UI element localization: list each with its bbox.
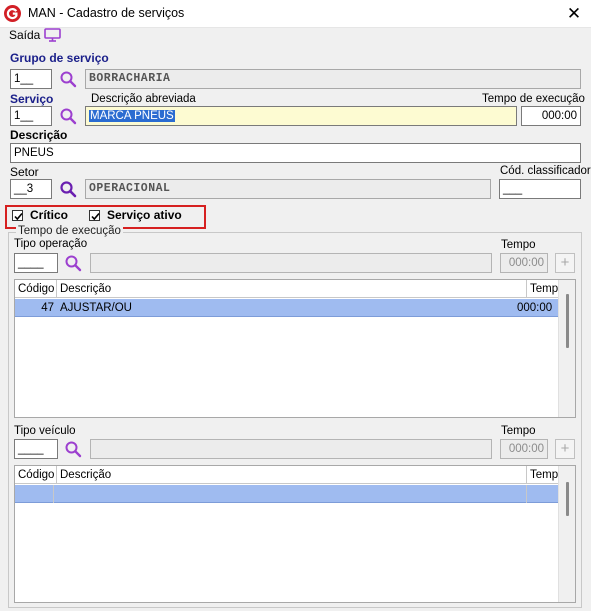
cell-codigo: 47 (41, 302, 54, 314)
tipo-veiculo-label: Tipo veículo (14, 425, 76, 437)
column-header-descricao[interactable]: Descrição (57, 280, 527, 298)
window-title: MAN - Cadastro de serviços (28, 6, 185, 20)
desc-abrev-input[interactable]: MARCA PNEUS (85, 106, 517, 126)
grupo-label: Grupo de serviço (10, 51, 109, 65)
checkmark-icon (91, 212, 100, 221)
table-header: Código Descrição Tempo (15, 280, 565, 298)
descricao-label: Descrição (10, 128, 68, 142)
grupo-description-field: BORRACHARIA (85, 69, 581, 89)
operacoes-table[interactable]: Código Descrição Tempo 47 AJUSTAR/OU 000… (14, 279, 576, 418)
column-header-descricao[interactable]: Descrição (57, 466, 527, 484)
app-logo-icon (4, 5, 21, 22)
table-header: Código Descrição Tempo (15, 466, 565, 484)
tempo-execucao-input[interactable]: 000:00 (521, 106, 581, 126)
critico-label[interactable]: Crítico (30, 208, 68, 222)
add-veiculo-button[interactable]: + (555, 439, 575, 459)
servico-ativo-checkbox[interactable] (89, 210, 100, 221)
desc-abrev-label: Descrição abreviada (91, 93, 196, 105)
search-icon[interactable] (59, 107, 77, 125)
grupo-code-input[interactable]: 1__ (10, 69, 52, 89)
table-row[interactable] (15, 485, 558, 503)
servico-label: Serviço (10, 92, 54, 106)
scrollbar-thumb[interactable] (566, 294, 569, 348)
tipo-veiculo-tempo-input[interactable]: 000:00 (500, 439, 548, 459)
checkmark-icon (14, 212, 23, 221)
cell-tempo (527, 485, 558, 503)
search-icon[interactable] (64, 254, 82, 272)
search-icon[interactable] (59, 70, 77, 88)
add-operacao-button[interactable]: + (555, 253, 575, 273)
column-header-tempo[interactable]: Tempo (527, 466, 565, 484)
tempo-execucao-group-label: Tempo de execução (16, 225, 123, 237)
tipo-operacao-label: Tipo operação (14, 238, 88, 250)
column-header-tempo[interactable]: Tempo (527, 280, 565, 298)
column-header-codigo[interactable]: Código (15, 280, 57, 298)
tempo-execucao-label: Tempo de execução (482, 93, 585, 105)
tipo-veiculo-code-input[interactable]: ____ (14, 439, 58, 459)
veiculos-scrollbar[interactable] (558, 466, 575, 602)
menu-saida[interactable]: Saída (9, 28, 40, 42)
tipo-operacao-code-input[interactable]: ____ (14, 253, 58, 273)
scrollbar-thumb[interactable] (566, 482, 569, 516)
descricao-input[interactable]: PNEUS (10, 143, 581, 163)
veiculos-table[interactable]: Código Descrição Tempo (14, 465, 576, 603)
close-button[interactable]: ✕ (560, 2, 588, 26)
tipo-operacao-tempo-label: Tempo (501, 239, 536, 251)
tipo-operacao-description-field (90, 253, 492, 273)
table-row[interactable]: 47 AJUSTAR/OU 000:00 (15, 299, 558, 317)
monitor-icon[interactable] (44, 28, 61, 42)
search-icon[interactable] (64, 440, 82, 458)
cod-classificador-label: Cód. classificador (500, 165, 591, 177)
critico-checkbox[interactable] (12, 210, 23, 221)
cell-tempo: 000:00 (517, 302, 553, 314)
servico-code-input[interactable]: 1__ (10, 106, 52, 126)
cell-descricao: AJUSTAR/OU (60, 302, 132, 314)
tipo-operacao-tempo-input[interactable]: 000:00 (500, 253, 548, 273)
setor-code-input[interactable]: __3 (10, 179, 52, 199)
desc-abrev-selected-text: MARCA PNEUS (89, 110, 175, 122)
cell-codigo (15, 485, 54, 503)
setor-label: Setor (10, 165, 39, 179)
setor-description-field: OPERACIONAL (85, 179, 491, 199)
search-icon[interactable] (59, 180, 77, 198)
operacoes-scrollbar[interactable] (558, 280, 575, 417)
cod-classificador-input[interactable]: ___ (499, 179, 581, 199)
tipo-veiculo-description-field (90, 439, 492, 459)
cell-descricao (57, 485, 527, 503)
tipo-veiculo-tempo-label: Tempo (501, 425, 536, 437)
servico-ativo-label[interactable]: Serviço ativo (107, 208, 182, 222)
column-header-codigo[interactable]: Código (15, 466, 57, 484)
